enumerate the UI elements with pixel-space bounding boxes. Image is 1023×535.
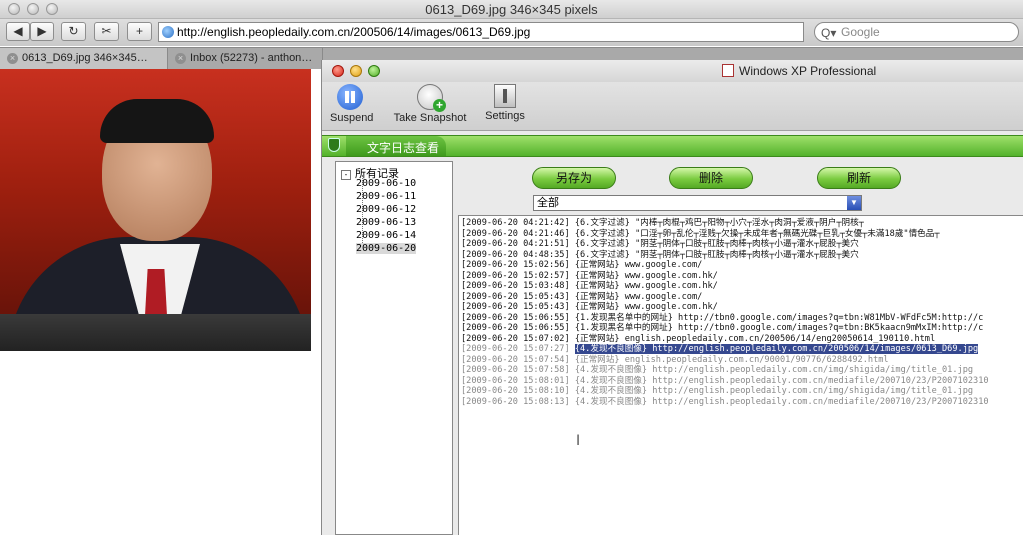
vm-title-text: Windows XP Professional <box>739 64 877 78</box>
take-snapshot-button[interactable]: + Take Snapshot <box>390 84 470 124</box>
vm-toolbar: Suspend + Take Snapshot Settings <box>322 82 1023 131</box>
search-placeholder: Google <box>841 25 880 39</box>
log-line: [2009-06-20 04:48:35] {6.文字过滤} "阴茎┬阴体┬口肢… <box>461 249 859 260</box>
close-tab-icon[interactable]: × <box>175 53 186 64</box>
log-line: [2009-06-20 15:05:43] {正常网站} www.google.… <box>461 291 703 302</box>
page-photo <box>0 69 311 351</box>
filter-select[interactable]: 全部 ▼ <box>533 195 862 211</box>
log-line: [2009-06-20 04:21:46] {6.文字过滤} "口淫┬卵┬乱伦┬… <box>461 228 940 239</box>
log-line: [2009-06-20 15:07:02] {正常网站} english.peo… <box>461 333 936 344</box>
collapse-icon[interactable]: - <box>341 170 351 180</box>
vm-window-icon <box>722 64 734 77</box>
reload-button[interactable]: ↻ <box>61 22 86 41</box>
section-tab-bar: 文字日志查看 <box>322 135 1023 157</box>
tab-label: 0613_D69.jpg 346×345… <box>22 52 148 64</box>
suspend-label: Suspend <box>330 112 374 124</box>
tree-item-date[interactable]: 2009-06-12 <box>356 204 416 215</box>
save-as-button[interactable]: 另存为 <box>532 167 616 189</box>
log-line: [2009-06-20 15:02:57] {正常网站} www.google.… <box>461 270 718 281</box>
pause-icon <box>337 84 363 110</box>
log-textarea[interactable]: [2009-06-20 04:21:42] {6.文字过滤} "内棒┬肉棍┬鸡巴… <box>458 215 1023 535</box>
tab-label: Inbox (52273) - anthon… <box>190 52 313 64</box>
suspend-button[interactable]: Suspend <box>330 84 374 124</box>
text-cursor-icon: Ⅰ <box>576 433 581 449</box>
log-line: [2009-06-20 15:07:58] {4.发现不良图像} http://… <box>461 365 974 375</box>
snapshot-icon: + <box>417 84 446 112</box>
globe-icon <box>162 26 174 38</box>
tab-inbox[interactable]: × Inbox (52273) - anthon… <box>168 48 323 69</box>
chevron-down-icon[interactable]: ▼ <box>847 196 861 210</box>
vm-title: Windows XP Professional <box>722 64 876 78</box>
browser-toolbar: ◀ ▶ ↻ ✂ + http://english.peopledaily.com… <box>0 19 1023 46</box>
settings-label: Settings <box>485 110 525 122</box>
forward-button[interactable]: ▶ <box>30 22 54 41</box>
back-button[interactable]: ◀ <box>6 22 30 41</box>
search-field[interactable]: Q▾ Google <box>814 22 1019 42</box>
filter-value: 全部 <box>537 197 559 209</box>
log-line-selection: {4.发现不良图像} http://english.peopledaily.co… <box>574 344 979 354</box>
browser-window-title: 0613_D69.jpg 346×345 pixels <box>425 2 598 17</box>
log-line: [2009-06-20 15:07:54] {正常网站} english.peo… <box>461 354 889 365</box>
add-bookmark-button[interactable]: + <box>127 22 152 41</box>
tab-image[interactable]: × 0613_D69.jpg 346×345… <box>0 48 168 69</box>
search-icon: Q▾ <box>821 26 837 40</box>
address-text: http://english.peopledaily.com.cn/200506… <box>177 25 531 39</box>
settings-button[interactable]: Settings <box>482 84 528 122</box>
browser-titlebar: 0613_D69.jpg 346×345 pixels <box>0 0 1023 19</box>
log-line: [2009-06-20 04:21:42] {6.文字过滤} "内棒┬肉棍┬鸡巴… <box>461 218 864 228</box>
log-line: [2009-06-20 15:07:27] {4.发现不良图像} http://… <box>461 344 979 355</box>
vm-titlebar: Windows XP Professional <box>322 60 1023 82</box>
log-line: [2009-06-20 15:06:55] {1.发现黑名单中的网址} http… <box>461 312 984 323</box>
tree-item-date[interactable]: 2009-06-10 <box>356 178 416 189</box>
tree-item-date[interactable]: 2009-06-11 <box>356 191 416 202</box>
vm-minimize-icon[interactable] <box>350 65 362 77</box>
log-line: [2009-06-20 15:08:13] {4.发现不良图像} http://… <box>461 396 989 407</box>
log-line: [2009-06-20 15:06:55] {1.发现黑名单中的网址} http… <box>461 323 984 333</box>
snapback-button[interactable]: ✂ <box>94 22 119 41</box>
log-line: [2009-06-20 15:05:43] {正常网站} www.google.… <box>461 302 718 312</box>
log-line: [2009-06-20 15:08:01] {4.发现不良图像} http://… <box>461 375 989 386</box>
date-tree[interactable]: - 所有记录 2009-06-10 2009-06-11 2009-06-12 2… <box>335 161 453 535</box>
refresh-button[interactable]: 刷新 <box>817 167 901 189</box>
log-line: [2009-06-20 15:08:10] {4.发现不良图像} http://… <box>461 386 974 396</box>
vm-zoom-icon[interactable] <box>368 65 380 77</box>
vm-window: Windows XP Professional Suspend + Take S… <box>321 60 1023 535</box>
tree-item-date-selected[interactable]: 2009-06-20 <box>356 243 417 254</box>
shield-icon <box>328 138 340 152</box>
vm-close-icon[interactable] <box>332 65 344 77</box>
delete-button[interactable]: 删除 <box>669 167 753 189</box>
section-tab-label[interactable]: 文字日志查看 <box>367 139 439 156</box>
tree-item-date[interactable]: 2009-06-13 <box>356 217 416 228</box>
log-line: [2009-06-20 04:21:51] {6.文字过滤} "阴茎┬阴体┬口肢… <box>461 239 859 249</box>
close-tab-icon[interactable]: × <box>7 53 18 64</box>
log-line-time: [2009-06-20 15:07:27] <box>461 344 575 354</box>
address-bar[interactable]: http://english.peopledaily.com.cn/200506… <box>158 22 804 42</box>
log-line: [2009-06-20 15:03:48] {正常网站} www.google.… <box>461 281 718 291</box>
settings-icon <box>494 84 516 108</box>
photo-microphones <box>0 314 311 351</box>
tree-item-date[interactable]: 2009-06-14 <box>356 230 416 241</box>
log-line: [2009-06-20 15:02:56] {正常网站} www.google.… <box>461 260 703 270</box>
photo-hair <box>100 99 214 143</box>
take-snapshot-label: Take Snapshot <box>393 112 467 124</box>
